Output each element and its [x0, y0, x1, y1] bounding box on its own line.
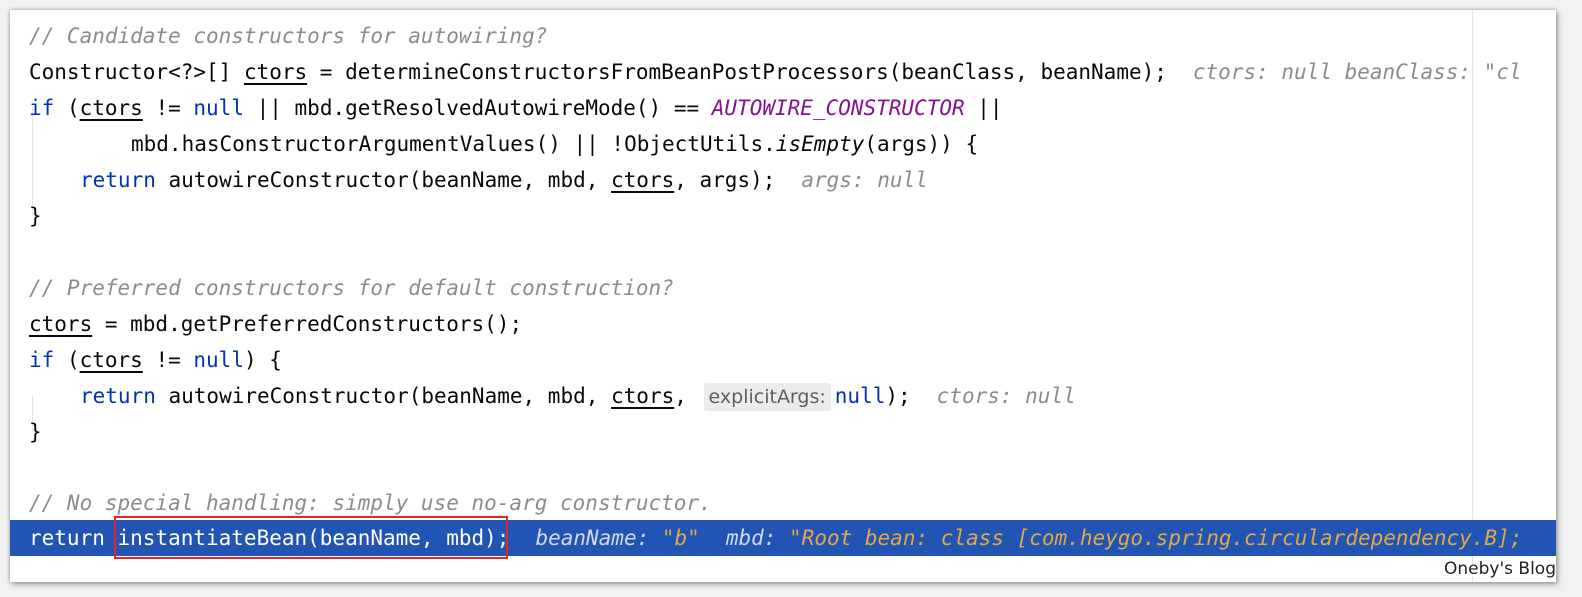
- execution-point-line[interactable]: return instantiateBean(beanName, mbd); be…: [10, 520, 1556, 556]
- code-line[interactable]: return autowireConstructor(beanName, mbd…: [10, 378, 1556, 414]
- code-line[interactable]: // Preferred constructors for default co…: [10, 270, 1556, 306]
- code-line[interactable]: Constructor<?>[] ctors = determineConstr…: [10, 54, 1556, 90]
- code-line[interactable]: return autowireConstructor(beanName, mbd…: [10, 162, 1556, 198]
- comment: // Preferred constructors for default co…: [29, 276, 674, 300]
- debug-inline-name: beanName:: [535, 526, 650, 550]
- debug-inline-value: "Root bean: class [com.heygo.spring.circ…: [776, 526, 1523, 550]
- highlighted-call: instantiateBean(beanName, mbd);: [104, 526, 510, 550]
- code-line[interactable]: // Candidate constructors for autowiring…: [10, 18, 1556, 54]
- parameter-name-hint: explicitArgs:: [703, 383, 831, 411]
- debug-inline-value: ctors: null: [936, 384, 1076, 408]
- code-line[interactable]: ctors = mbd.getPreferredConstructors();: [10, 306, 1556, 342]
- code-editor[interactable]: // Candidate constructors for autowiring…: [10, 10, 1556, 582]
- variable-ctors: ctors: [243, 60, 308, 84]
- comment: // No special handling: simply use no-ar…: [29, 491, 712, 515]
- constant: AUTOWIRE_CONSTRUCTOR: [711, 96, 965, 120]
- code-line[interactable]: if (ctors != null) {: [10, 342, 1556, 378]
- code-line[interactable]: }: [10, 414, 1556, 450]
- code-line[interactable]: // No special handling: simply use no-ar…: [10, 485, 1556, 521]
- debug-inline-name: mbd:: [725, 526, 777, 550]
- comment: // Candidate constructors for autowiring…: [29, 24, 548, 48]
- code-line[interactable]: if (ctors != null || mbd.getResolvedAuto…: [10, 90, 1556, 126]
- code-line[interactable]: mbd.hasConstructorArgumentValues() || !O…: [10, 126, 1556, 162]
- debug-inline-value: "b": [649, 526, 700, 550]
- watermark: Oneby's Blog: [1444, 559, 1556, 579]
- code-line[interactable]: }: [10, 198, 1556, 234]
- debug-inline-value: ctors: null beanClass: "cl: [1192, 60, 1522, 84]
- debug-inline-value: args: null: [801, 168, 928, 192]
